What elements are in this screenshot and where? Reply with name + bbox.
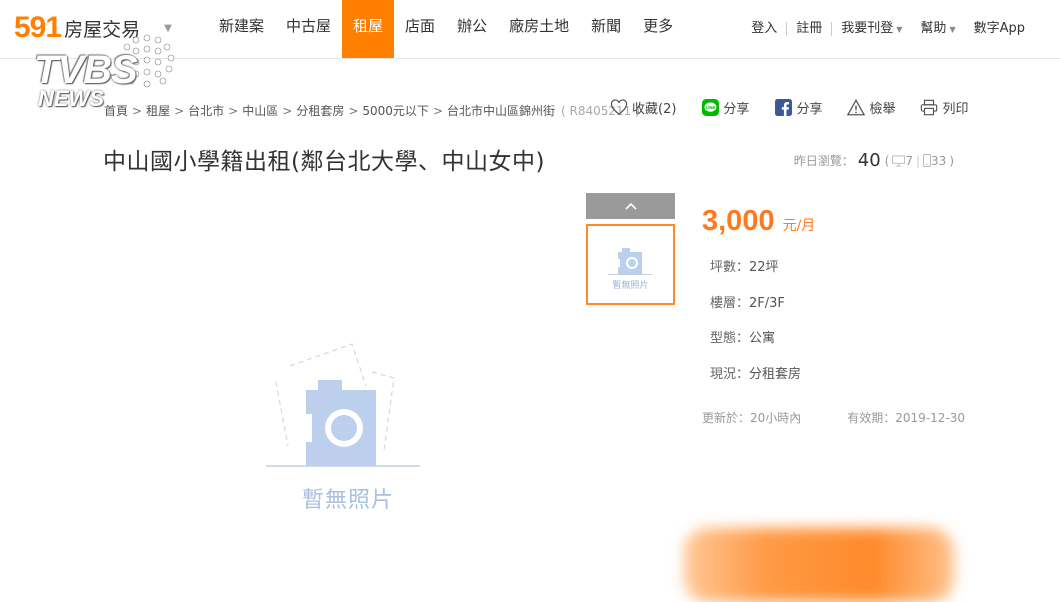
- mobile-views: 33: [923, 154, 946, 168]
- no-photo-camera-icon: [608, 248, 652, 275]
- attr-area: 坪數：22坪: [710, 259, 801, 295]
- attr-value: 2F/3F: [749, 295, 785, 311]
- attr-type: 型態：公寓: [710, 330, 801, 366]
- breadcrumb-separator: >: [348, 103, 359, 118]
- nav-item-rent[interactable]: 租屋: [342, 0, 395, 58]
- post-listing-label: 我要刊登: [841, 20, 894, 36]
- breadcrumb-separator: >: [174, 103, 185, 118]
- print-label: 列印: [942, 102, 969, 117]
- listing-meta: 更新於：20小時內 有效期：2019-12-30: [702, 409, 965, 426]
- breadcrumb-separator: >: [282, 103, 293, 118]
- monitor-icon: [892, 154, 906, 167]
- views-label: 昨日瀏覽：: [793, 154, 854, 168]
- price: 3,000 元/月: [702, 205, 815, 238]
- breadcrumb-type[interactable]: 分租套房: [296, 102, 344, 119]
- help-label: 幫助: [920, 20, 947, 36]
- print-button[interactable]: 列印: [920, 98, 968, 117]
- price-amount: 3,000: [702, 205, 775, 237]
- tvbs-news-watermark: TVBS NEWS: [34, 28, 184, 111]
- updated-time: 更新於：20小時內: [702, 411, 802, 425]
- attr-value: 分租套房: [749, 366, 802, 382]
- attr-status: 現況：分租套房: [710, 366, 801, 402]
- nav-item-news[interactable]: 新聞: [580, 0, 632, 58]
- register-link[interactable]: 註冊: [787, 22, 833, 36]
- breadcrumb-home[interactable]: 首頁: [104, 102, 128, 119]
- listing-title: 中山國小學籍出租(鄰台北大學、中山女中): [103, 149, 545, 175]
- report-button[interactable]: 檢舉: [847, 98, 895, 117]
- attr-value: 22坪: [749, 260, 779, 275]
- breadcrumb-rent[interactable]: 租屋: [146, 102, 170, 119]
- heart-icon: [610, 99, 628, 117]
- nav-item-office[interactable]: 辦公: [446, 0, 498, 58]
- nav-item-more[interactable]: 更多: [632, 0, 684, 58]
- views-open-paren: (: [884, 153, 890, 168]
- attr-floor: 樓層：2F/3F: [710, 295, 801, 331]
- breadcrumb-separator: >: [228, 103, 239, 118]
- view-count: 昨日瀏覽： 40 ( 7 | 33 ): [794, 150, 954, 171]
- report-label: 檢舉: [869, 102, 896, 117]
- attr-key: 樓層：: [710, 295, 750, 311]
- line-share-button[interactable]: LINE 分享: [701, 98, 749, 117]
- help-menu[interactable]: 幫助 ▼: [911, 20, 964, 37]
- line-icon: LINE: [701, 99, 719, 117]
- app-link[interactable]: 數字App: [965, 22, 1034, 36]
- warning-icon: [847, 99, 866, 117]
- listing-actions: 收藏(2) LINE 分享 分享 檢舉 列印: [610, 98, 968, 117]
- attr-value: 公寓: [749, 331, 776, 346]
- attr-key: 現況：: [710, 366, 750, 382]
- nav-item-factory-land[interactable]: 廠房土地: [498, 0, 580, 58]
- mobile-icon: [923, 154, 932, 167]
- login-link[interactable]: 登入: [742, 22, 788, 36]
- breadcrumb-price[interactable]: 5000元以下: [362, 102, 429, 119]
- price-unit: 元/月: [782, 218, 816, 234]
- nav-item-shop[interactable]: 店面: [394, 0, 446, 58]
- contact-button-blurred[interactable]: [684, 528, 954, 602]
- breadcrumb-separator: >: [432, 103, 443, 118]
- chevron-down-icon: ▼: [896, 24, 903, 34]
- user-nav: 登入 註冊 我要刊登 ▼ 幫助 ▼ 數字App: [742, 0, 1034, 58]
- attr-key: 坪數：: [710, 260, 750, 275]
- main-nav: 新建案 中古屋 租屋 店面 辦公 廠房土地 新聞 更多: [208, 0, 684, 58]
- listing-attributes: 坪數：22坪 樓層：2F/3F 型態：公寓 現況：分租套房: [710, 259, 801, 401]
- line-share-label: 分享: [723, 102, 750, 117]
- thumbnail-scroll-up-button[interactable]: [586, 193, 675, 219]
- nav-item-used-house[interactable]: 中古屋: [275, 0, 342, 58]
- thumbnail-no-photo-label: 暫無照片: [612, 281, 649, 291]
- attr-key: 型態：: [710, 331, 750, 346]
- desktop-views: 7: [892, 154, 913, 168]
- svg-text:LINE: LINE: [706, 105, 716, 110]
- valid-until: 有效期：2019-12-30: [847, 411, 966, 425]
- printer-icon: [920, 99, 938, 117]
- views-divider: |: [915, 153, 921, 168]
- breadcrumb-city[interactable]: 台北市: [188, 102, 224, 119]
- chevron-up-icon: [624, 202, 637, 210]
- facebook-share-button[interactable]: 分享: [774, 98, 822, 117]
- main-photo-area[interactable]: 暫無照片: [120, 194, 560, 574]
- watermark-sub: NEWS: [38, 86, 104, 111]
- breadcrumb: 首頁 > 租屋 > 台北市 > 中山區 > 分租套房 > 5000元以下 > 台…: [104, 102, 640, 119]
- breadcrumb-district[interactable]: 中山區: [242, 102, 278, 119]
- desktop-views-count: 7: [905, 153, 913, 168]
- favorite-label: 收藏(2): [632, 102, 677, 117]
- nav-item-new-build[interactable]: 新建案: [208, 0, 275, 58]
- breadcrumb-separator: >: [132, 103, 143, 118]
- favorite-button[interactable]: 收藏(2): [610, 98, 676, 117]
- facebook-share-label: 分享: [796, 102, 823, 117]
- mobile-views-count: 33: [931, 153, 947, 168]
- no-photo-label: 暫無照片: [302, 488, 395, 513]
- breadcrumb-street[interactable]: 台北市中山區錦州街: [447, 102, 555, 119]
- thumbnail-item[interactable]: 暫無照片: [586, 224, 675, 305]
- chevron-down-icon: ▼: [949, 24, 956, 34]
- facebook-icon: [774, 99, 792, 117]
- post-listing-menu[interactable]: 我要刊登 ▼: [832, 20, 911, 37]
- views-close-paren: ): [949, 153, 954, 168]
- no-photo-camera-icon: [266, 343, 420, 467]
- views-total: 40: [857, 150, 881, 171]
